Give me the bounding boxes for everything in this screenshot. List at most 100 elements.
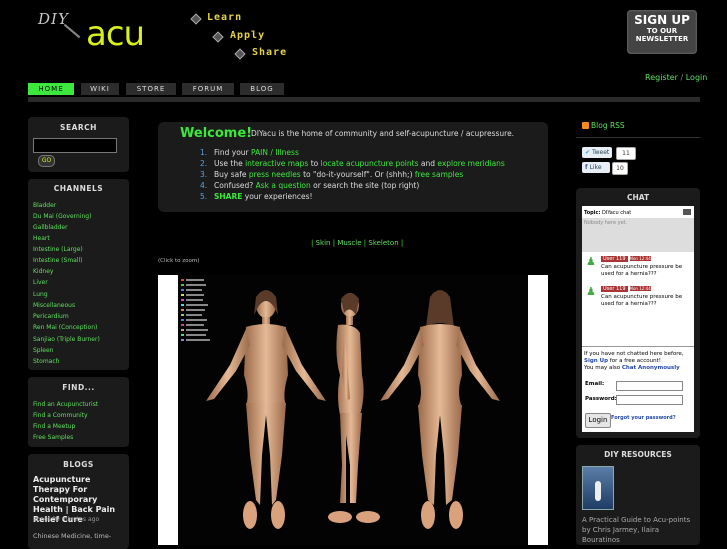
book-cover-figure <box>595 481 601 501</box>
channel-link[interactable]: Miscellaneous <box>33 302 75 309</box>
book-title[interactable]: A Practical Guide to Acu-points by Chris… <box>582 515 694 545</box>
like-count: 10 <box>612 162 628 175</box>
step-number: 2. <box>200 159 208 168</box>
body-map-canvas[interactable] <box>178 275 528 545</box>
divider <box>582 346 694 347</box>
find-link[interactable]: Find a Meetup <box>33 423 75 430</box>
free-samples-link[interactable]: free samples <box>415 170 463 179</box>
chat-time: Mon 12:44 <box>629 256 651 261</box>
twitter-icon: ✔ <box>585 149 591 156</box>
search-input[interactable] <box>33 138 117 153</box>
nav-wiki[interactable]: WIKI <box>81 83 119 95</box>
channel-link[interactable]: Intestine (Small) <box>33 257 83 264</box>
find-link[interactable]: Find an Acupuncturist <box>33 401 98 408</box>
email-field[interactable] <box>616 381 683 391</box>
newsletter-line3: NEWSLETTER <box>635 35 689 43</box>
view-skin-link[interactable]: Skin <box>316 239 331 247</box>
channel-link[interactable]: Intestine (Large) <box>33 246 83 253</box>
rss-icon[interactable] <box>582 122 589 129</box>
meridian-legend <box>181 279 210 341</box>
chat-time: Mon 12:44 <box>629 286 651 291</box>
blog-post-excerpt: Chinese Medicine, time- <box>33 532 112 540</box>
channel-link[interactable]: Liver <box>33 279 48 286</box>
chat-user[interactable]: User 119 <box>601 286 628 292</box>
chat-user[interactable]: User 119 <box>601 256 628 262</box>
nav-forum[interactable]: FORUM <box>182 83 234 95</box>
step-5: SHARE your experiences! <box>214 192 313 201</box>
find-link[interactable]: Find a Community <box>33 412 88 419</box>
chat-message-header: User 119 Mon 12:44 <box>601 286 651 292</box>
nav-store[interactable]: STORE <box>126 83 176 95</box>
channel-link[interactable]: Bladder <box>33 202 56 209</box>
channel-link[interactable]: Kidney <box>33 268 53 275</box>
body-figures-illustration <box>181 279 500 529</box>
find-title: FIND... <box>62 383 95 392</box>
newsletter-line1: SIGN UP <box>634 13 690 27</box>
find-link[interactable]: Free Samples <box>33 434 73 441</box>
chat-login-button[interactable]: Login <box>585 413 611 428</box>
channel-link[interactable]: Gallbladder <box>33 224 68 231</box>
step-4: Confused? Ask a question or search the s… <box>214 181 419 190</box>
channel-link[interactable]: Heart <box>33 235 50 242</box>
chat-anonymous-link[interactable]: Chat Anonymously <box>622 365 680 371</box>
channel-link[interactable]: Lung <box>33 291 48 298</box>
newsletter-line2: TO OUR <box>646 27 678 35</box>
interactive-maps-link[interactable]: interactive maps <box>245 159 308 168</box>
blog-rss-link[interactable]: Blog RSS <box>591 121 625 130</box>
channel-link[interactable]: Spleen <box>33 347 53 354</box>
search-go-button[interactable]: GO <box>38 155 55 167</box>
like-button[interactable]: f Like <box>582 162 610 173</box>
book-cover-image[interactable] <box>582 466 614 510</box>
step-number: 4. <box>200 181 208 190</box>
nav-home[interactable]: HOME <box>28 83 74 95</box>
logo-decoration <box>63 23 81 39</box>
nav-blog[interactable]: BLOG <box>240 83 284 95</box>
view-muscle-link[interactable]: Muscle <box>337 239 361 247</box>
view-skeleton-link[interactable]: Skeleton <box>368 239 398 247</box>
channel-link[interactable]: Stomach <box>33 358 59 365</box>
nobody-text: Nobody here yet. <box>584 220 628 226</box>
password-field[interactable] <box>616 395 683 405</box>
login-link[interactable]: Login <box>686 73 708 82</box>
logo-acu-text[interactable]: acu <box>86 14 145 54</box>
chat-signup-note: If you have not chatted here before, Sig… <box>584 351 692 372</box>
register-link[interactable]: Register <box>645 73 678 82</box>
share-link[interactable]: SHARE <box>214 192 242 201</box>
chat-message-text: Can acupuncture pressure be used for a h… <box>601 294 683 307</box>
step-text: your experiences! <box>242 192 313 201</box>
user-avatar-icon: ♟ <box>586 255 596 268</box>
mail-icon[interactable] <box>683 209 691 215</box>
diamond-icon <box>234 48 246 60</box>
back-figure <box>380 290 500 505</box>
channel-link[interactable]: Pericardium <box>33 313 69 320</box>
view-sep: | <box>332 239 336 247</box>
channel-link[interactable]: Du Mai (Governing) <box>33 213 91 220</box>
topic-label: Topic: <box>584 210 601 216</box>
channel-link[interactable]: Ren Mai (Conception) <box>33 324 97 331</box>
step-2: Use the interactive maps to locate acupu… <box>214 159 505 168</box>
user-avatar-icon: ♟ <box>586 285 596 298</box>
pain-illness-link[interactable]: PAIN / Illness <box>251 148 299 157</box>
chat-signup-link[interactable]: Sign Up <box>584 358 608 364</box>
newsletter-signup-button[interactable]: SIGN UP TO OUR NEWSLETTER <box>627 10 697 54</box>
ask-question-link[interactable]: Ask a question <box>256 181 311 190</box>
diamond-icon <box>190 13 202 25</box>
tweet-label: Tweet <box>591 149 610 156</box>
step-number: 3. <box>200 170 208 179</box>
locate-points-link[interactable]: locate acupuncture points <box>321 159 419 168</box>
resources-title: DIY RESOURCES <box>604 450 672 459</box>
step-number: 5. <box>200 192 208 201</box>
welcome-intro: DIYacu is the home of community and self… <box>251 129 515 138</box>
forgot-password-link[interactable]: Forgot your password? <box>611 415 676 421</box>
search-title: SEARCH <box>60 123 97 132</box>
channel-link[interactable]: Sanjiao (Triple Burner) <box>33 336 100 343</box>
tweet-button[interactable]: ✔ Tweet <box>582 147 612 158</box>
step-text: Confused? <box>214 181 256 190</box>
topic-value: DIYacu chat <box>602 210 632 216</box>
press-needles-link[interactable]: press needles <box>249 170 301 179</box>
explore-meridians-link[interactable]: explore meridians <box>437 159 504 168</box>
step-text: or search the site (top right) <box>310 181 420 190</box>
facebook-icon: f <box>585 164 588 171</box>
nav-underline <box>28 97 700 102</box>
note-text: for a free account! <box>608 358 661 364</box>
